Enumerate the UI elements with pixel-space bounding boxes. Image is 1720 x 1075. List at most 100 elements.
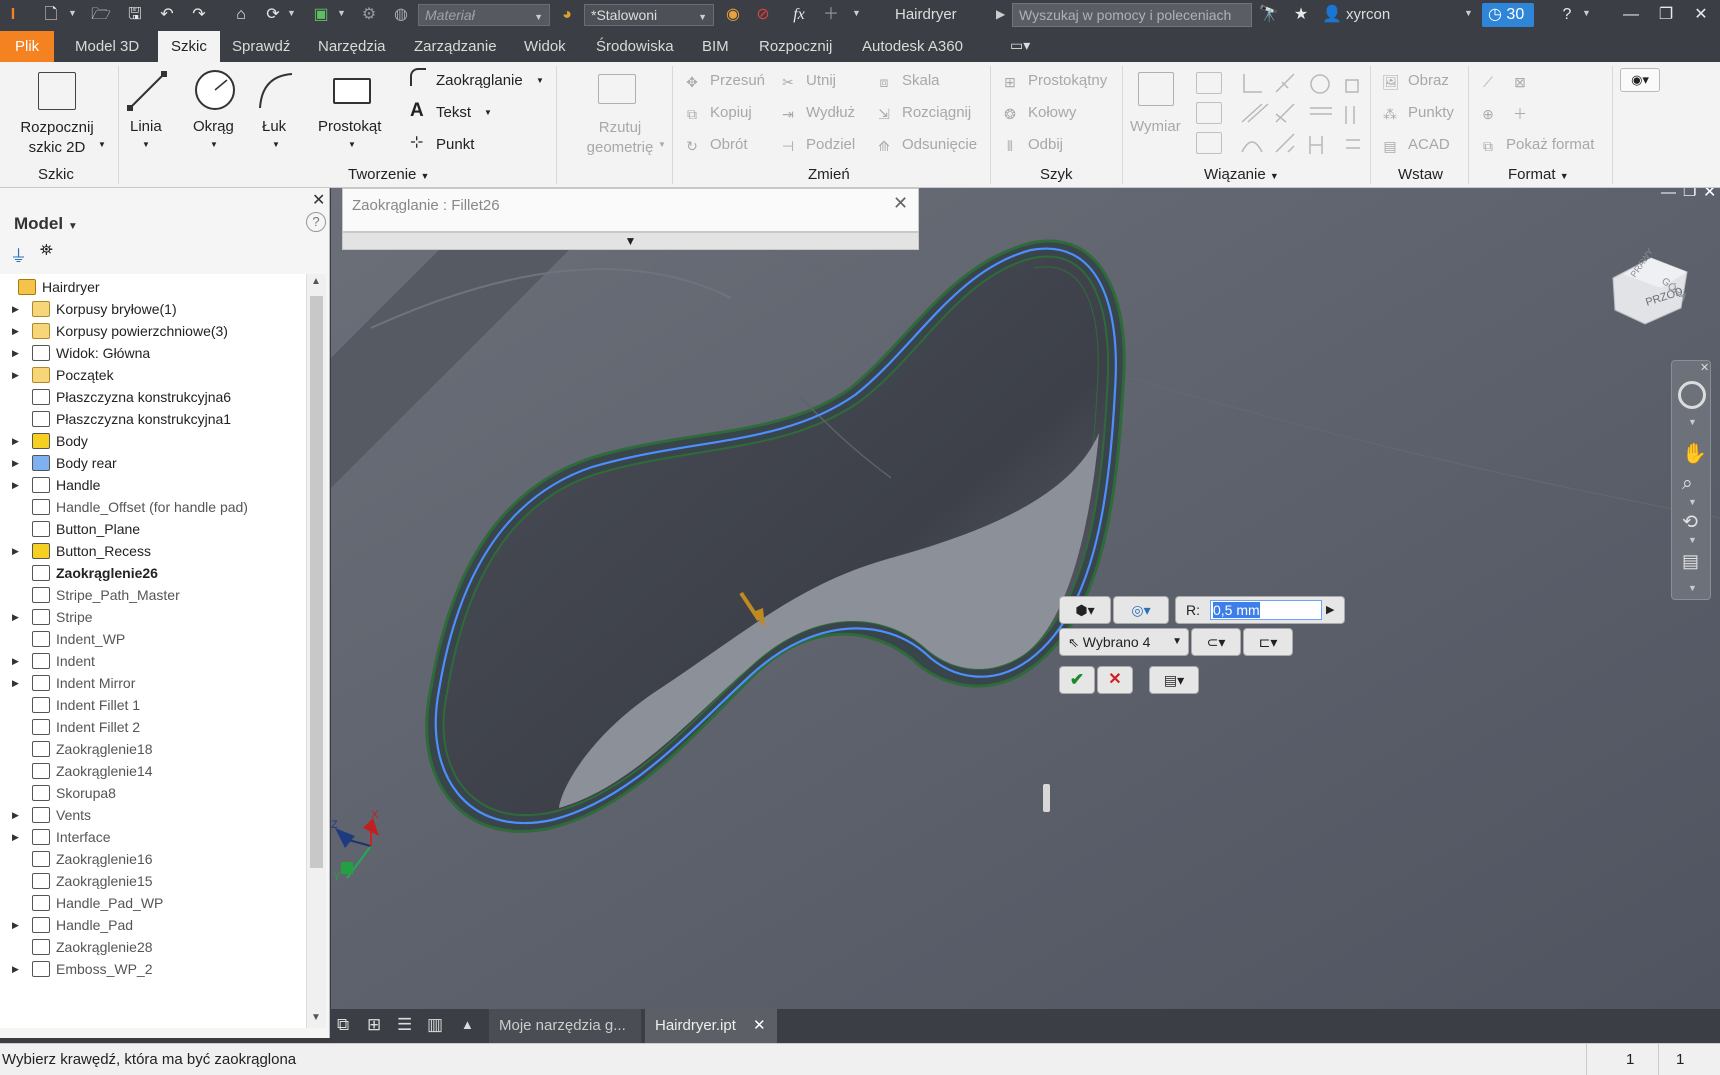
tree-item[interactable]: Stripe_Path_Master [0,584,308,606]
scrollbar-thumb[interactable] [310,296,323,868]
chevron-down-icon[interactable]: ▼ [98,140,106,149]
help-icon[interactable]: ? [306,212,326,232]
tree-item[interactable]: ▶ Początek [0,364,308,386]
filter-icon[interactable]: ⏚ [10,242,27,267]
close-icon[interactable]: ✕ [753,1009,766,1043]
expand-arrow-icon[interactable]: ▶ [12,430,19,452]
redo-icon[interactable]: ↷ [188,5,210,25]
pan-hand-icon[interactable]: ✋ [1682,441,1707,466]
tree-item[interactable]: ▶ Stripe [0,606,308,628]
minimize-view-icon[interactable]: — [1661,188,1676,201]
tree-item[interactable]: Indent Fillet 1 [0,694,308,716]
expand-arrow-icon[interactable]: ▶ [12,298,19,320]
show-format-button[interactable]: Pokaż format [1506,136,1594,153]
insert-points-button[interactable]: Punkty [1408,104,1454,121]
close-icon[interactable]: ✕ [1700,361,1709,374]
tree-item[interactable]: ▶ Widok: Główna [0,342,308,364]
tile-icon[interactable]: ⊞ [367,1015,381,1035]
fx-parameters-icon[interactable]: fx [788,5,810,25]
chevron-down-icon[interactable]: ▼ [348,140,356,149]
tab-tools[interactable]: Narzędzia [318,31,386,62]
select-icon[interactable]: ▣ [310,5,332,25]
expand-arrow-icon[interactable]: ▶ [12,452,19,474]
ok-button[interactable]: ✔ [1059,666,1095,694]
expand-arrow-icon[interactable]: ▶ [12,540,19,562]
extend-button[interactable]: Wydłuż [806,104,855,121]
search-binoculars-icon[interactable]: ⛯ [40,242,53,260]
material-select[interactable]: Materiał ▼ [418,4,550,26]
expand-arrow-icon[interactable]: ▶ [12,826,19,848]
tab-sketch[interactable]: Szkic [158,31,220,62]
expand-arrow-icon[interactable]: ▶ [12,364,19,386]
tree-item[interactable]: ▶ Korpusy bryłowe(1) [0,298,308,320]
tree-item[interactable]: Indent_WP [0,628,308,650]
open-folder-icon[interactable]: 🗁 [90,5,112,25]
user-name[interactable]: xyrcon [1346,6,1390,23]
app-logo-icon[interactable]: I [6,5,20,25]
split-button[interactable]: Podziel [806,136,855,153]
tree-item[interactable]: Płaszczyzna konstrukcyjna6 [0,386,308,408]
offset-button[interactable]: Odsunięcie [902,136,977,153]
chevron-down-icon[interactable]: ▼ [658,140,666,149]
rotate-button[interactable]: Obrót [710,136,748,153]
insert-acad-button[interactable]: ACAD [1408,136,1450,153]
dialog-expand-bar[interactable]: ▼ [342,232,919,250]
circle-button[interactable]: Okrąg [193,118,234,135]
tree-item[interactable]: ▶ Handle_Pad [0,914,308,936]
chevron-down-icon[interactable]: ▼ [287,8,296,18]
radius-input[interactable]: 0,5 mm [1210,600,1322,620]
tab-bim[interactable]: BIM [702,31,729,62]
close-icon[interactable]: ✕ [893,193,908,214]
tree-item[interactable]: Indent Fillet 2 [0,716,308,738]
undo-icon[interactable]: ↶ [156,5,178,25]
tree-item[interactable]: Zaokrąglenie28 [0,936,308,958]
move-button[interactable]: Przesuń [710,72,765,89]
group-create-label[interactable]: Tworzenie ▼ [348,166,429,183]
chevron-down-icon[interactable]: ▼ [1688,535,1697,545]
user-icon[interactable]: 👤 [1322,5,1342,25]
expand-arrow-icon[interactable]: ▶ [12,914,19,936]
tree-item[interactable]: Zaokrąglenie26 [0,562,308,584]
expand-arrow-icon[interactable]: ▶ [12,650,19,672]
cascade-icon[interactable]: ⧉ [337,1015,349,1035]
chevron-down-icon[interactable]: ▼ [1688,417,1697,427]
star-icon[interactable]: ★ [1290,5,1312,25]
vertical-tile-icon[interactable]: ▥ [427,1015,443,1035]
auto-dimension-icon[interactable] [1196,72,1222,94]
tree-item[interactable]: ▶ Korpusy powierzchniowe(3) [0,320,308,342]
restore-icon[interactable]: ❐ [1655,5,1677,25]
up-arrow-icon[interactable]: ▲ [461,1017,474,1032]
edge-mode-dropdown[interactable]: ⬢▾ [1059,596,1111,624]
doc-tab-hairdryer[interactable]: Hairdryer.ipt ✕ [645,1009,777,1043]
expand-arrow-icon[interactable]: ▶ [12,474,19,496]
browser-title[interactable]: Model ▼ [14,214,78,234]
tab-view[interactable]: Widok [524,31,566,62]
tree-scrollbar[interactable]: ▲ ▼ [306,274,326,1028]
zoom-icon[interactable]: ⌕ [1682,473,1693,495]
chevron-down-icon[interactable]: ▼ [337,8,346,18]
close-icon[interactable]: ✕ [312,190,325,210]
dialog-options-dropdown[interactable]: ▤▾ [1149,666,1199,694]
help-search-input[interactable]: Wyszukaj w pomocy i poleceniach [1012,3,1252,27]
save-icon[interactable]: 🖫 [124,5,146,25]
properties-icon[interactable]: ⚙ [358,5,380,25]
expand-search-icon[interactable]: ▶ [996,7,1005,21]
chevron-down-icon[interactable]: ▼ [1688,497,1697,507]
clear-appearance-icon[interactable]: ⊘ [752,5,774,25]
start-sketch-button[interactable]: Rozpocznij szkic 2D [18,118,96,158]
chevron-down-icon[interactable]: ▼ [1464,8,1473,18]
tab-manage[interactable]: Zarządzanie [414,31,497,62]
tab-autodesk-a360[interactable]: Autodesk A360 [862,31,963,62]
expand-arrow-icon[interactable]: ▶ [12,320,19,342]
restore-view-icon[interactable]: ❐ [1683,188,1696,200]
rectangular-pattern-button[interactable]: Prostokątny [1028,72,1107,89]
new-file-icon[interactable]: 🗋 [40,5,62,25]
close-view-icon[interactable]: ✕ [1703,188,1716,202]
trim-button[interactable]: Utnij [806,72,836,89]
constraint-icons-grid[interactable] [1238,70,1368,160]
expand-arrow-icon[interactable]: ▶ [12,672,19,694]
look-at-icon[interactable]: ▤ [1682,551,1699,572]
update-icon[interactable]: ⟳ [262,5,284,25]
cancel-button[interactable]: ✕ [1097,666,1133,694]
tree-item[interactable]: Zaokrąglenie15 [0,870,308,892]
